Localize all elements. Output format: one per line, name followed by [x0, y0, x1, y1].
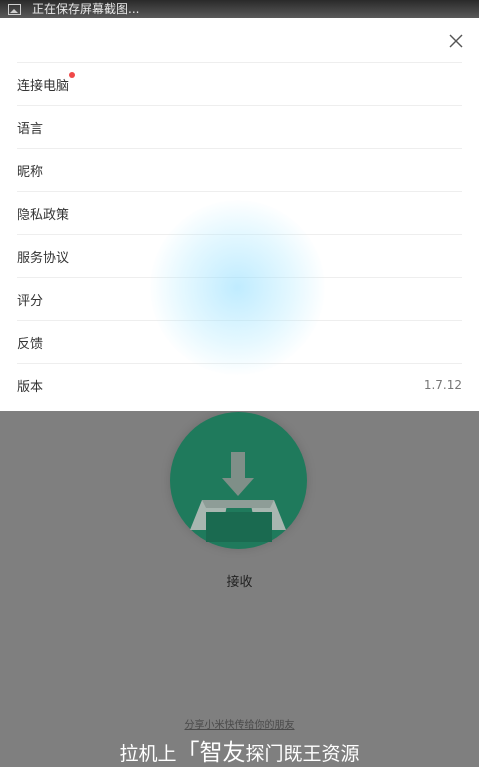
menu-item-privacy-policy[interactable]: 隐私政策	[17, 192, 462, 235]
menu-item-label: 语言	[17, 121, 44, 137]
menu-item-nickname[interactable]: 昵称	[17, 149, 462, 192]
menu-item-label: 反馈	[17, 336, 44, 352]
close-icon	[449, 34, 463, 48]
menu-item-label: 连接电脑	[17, 71, 76, 94]
menu-item-version[interactable]: 版本 1.7.12	[17, 364, 462, 406]
menu-item-label: 昵称	[17, 164, 44, 180]
menu-item-label: 隐私政策	[17, 207, 70, 223]
menu-item-label: 评分	[17, 293, 44, 309]
menu-item-language[interactable]: 语言	[17, 106, 462, 149]
status-notification-text: 正在保存屏幕截图...	[32, 2, 140, 16]
menu-item-rating[interactable]: 评分	[17, 278, 462, 321]
share-link[interactable]: 分享小米快传给你的朋友	[0, 716, 479, 731]
settings-sheet: 连接电脑 语言 昵称 隐私政策 服务协议 评分 反馈 版本 1.7.12	[0, 18, 479, 411]
close-button[interactable]	[442, 27, 470, 55]
receive-button[interactable]	[170, 412, 307, 549]
new-badge-dot	[69, 71, 76, 78]
version-value: 1.7.12	[423, 378, 462, 392]
sheet-header	[17, 18, 463, 63]
menu-item-feedback[interactable]: 反馈	[17, 321, 462, 364]
status-bar: 正在保存屏幕截图...	[0, 0, 479, 18]
menu-item-service-agreement[interactable]: 服务协议	[17, 235, 462, 278]
menu-item-label: 版本	[17, 379, 44, 395]
menu-item-connect-pc[interactable]: 连接电脑	[17, 63, 462, 106]
screenshot-icon	[8, 3, 21, 15]
slogan-text: 拉机上「智友探门既王资源	[119, 740, 360, 766]
menu-item-label: 服务协议	[17, 250, 70, 266]
receive-label: 接收	[226, 575, 253, 590]
receive-box-icon	[190, 452, 286, 542]
